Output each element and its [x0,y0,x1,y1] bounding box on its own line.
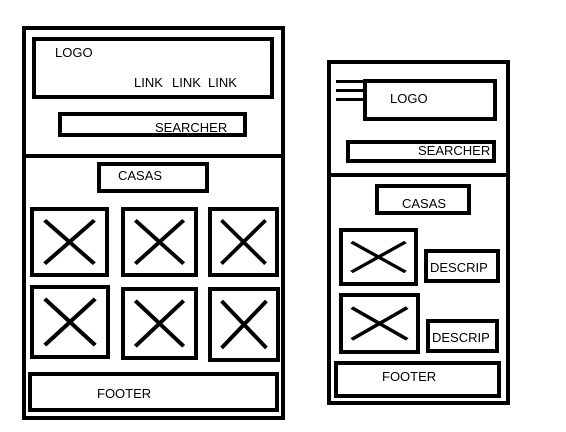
hamburger-menu-icon[interactable] [336,80,366,102]
mobile-casas-label: CASAS [402,196,447,211]
desktop-image-placeholder[interactable] [30,285,110,359]
desktop-footer-label: FOOTER [97,386,152,401]
desktop-logo: LOGO [55,45,93,60]
mobile-description: DESCRIP [430,260,488,275]
mobile-logo: LOGO [390,91,428,106]
desktop-image-placeholder[interactable] [30,207,109,277]
desktop-image-placeholder[interactable] [121,287,198,360]
desktop-nav-link[interactable]: LINK [134,76,163,90]
desktop-header-divider [22,154,285,158]
desktop-casas-label: CASAS [118,168,163,183]
mobile-image-placeholder[interactable] [339,228,418,286]
desktop-image-placeholder[interactable] [121,207,198,277]
mobile-description: DESCRIP [432,330,490,345]
mobile-searcher-label: SEARCHER [418,143,491,158]
desktop-footer [28,372,279,412]
desktop-image-placeholder[interactable] [208,287,280,362]
desktop-searcher-label: SEARCHER [155,120,228,135]
mobile-footer-label: FOOTER [382,369,437,384]
mobile-logo-box [363,79,497,121]
desktop-nav-link[interactable]: LINK [208,76,237,90]
mobile-header-divider [327,173,510,177]
desktop-nav-link[interactable]: LINK [172,76,201,90]
mobile-image-placeholder[interactable] [339,293,420,354]
desktop-image-placeholder[interactable] [208,207,279,277]
